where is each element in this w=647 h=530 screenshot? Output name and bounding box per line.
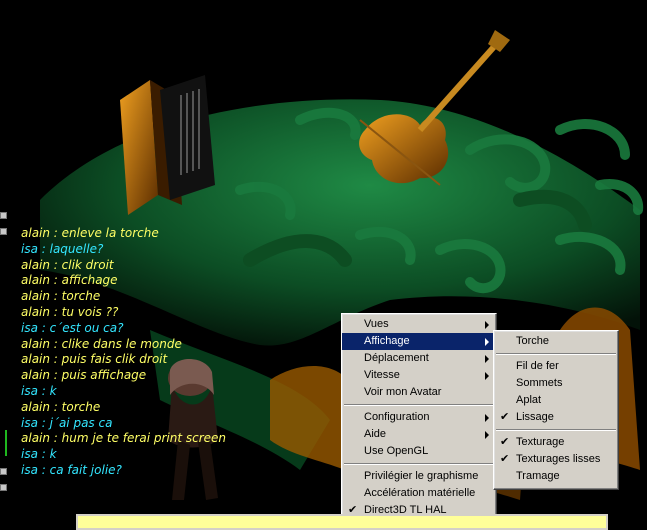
menu-item-aide[interactable]: Aide [342,426,496,443]
menu-item-label: Lissage [516,411,554,423]
menu-item-torche[interactable]: Torche [494,333,618,350]
menu-item-label: Tramage [516,470,560,482]
menu-item-label: Vitesse [364,369,400,381]
menu-item-label: Fil de fer [516,360,559,372]
menu-item-label: Affichage [364,335,410,347]
chat-message: isa : k [21,447,57,462]
chat-message: alain : clike dans le monde [21,336,182,351]
chat-message: isa : laquelle? [21,241,104,256]
menu-item-label: Configuration [364,411,430,423]
menu-separator [344,463,494,465]
menu-item-label: Accélération matérielle [364,487,476,499]
affichage-submenu: Torche Fil de fer Sommets Aplat ✔ Lissage ✔ Tex… [493,330,619,490]
chevron-right-icon [485,431,489,439]
menu-item-label: Texturages lisses [516,453,601,465]
scroll-marker-icon[interactable] [0,228,7,235]
menu-item-label: Voir mon Avatar [364,386,442,398]
scroll-down-icon[interactable] [0,484,7,491]
menu-item-sommets[interactable]: Sommets [494,375,618,392]
menu-item-texturages-lisses[interactable]: ✔ Texturages lisses [494,451,618,468]
menu-item-label: Déplacement [364,352,429,364]
menu-item-label: Vues [364,318,389,330]
menu-item-affichage[interactable]: Affichage [342,333,496,350]
menu-item-tramage[interactable]: Tramage [494,468,618,485]
chevron-right-icon [485,338,489,346]
chevron-right-icon [485,414,489,422]
chat-message: alain : affichage [21,273,118,288]
scroll-up-icon[interactable] [0,212,7,219]
menu-item-lissage[interactable]: ✔ Lissage [494,409,618,426]
menu-item-texturage[interactable]: ✔ Texturage [494,434,618,451]
chat-message: isa : c´est ou ca? [21,320,124,335]
chat-message: alain : torche [21,399,101,414]
chat-scrollbar[interactable] [5,430,7,456]
chat-message: alain : torche [21,289,101,304]
menu-separator [344,404,494,406]
chevron-right-icon [485,355,489,363]
menu-separator [496,429,616,431]
menu-item-label: Torche [516,335,550,347]
menu-item-label: Texturage [516,436,565,448]
check-icon: ✔ [500,436,510,448]
chat-log: alain : enleve la torche isa : laquelle? a… [21,226,321,479]
chevron-right-icon [485,372,489,380]
menu-item-privilegier-le-graphisme[interactable]: Privilégier le graphisme [342,468,496,485]
chat-message: isa : k [21,383,57,398]
menu-item-label: Aide [364,428,387,440]
chat-message: alain : hum je te ferai print screen [21,431,227,446]
menu-item-fil-de-fer[interactable]: Fil de fer [494,358,618,375]
menu-item-vues[interactable]: Vues [342,316,496,333]
scroll-marker-icon[interactable] [0,468,7,475]
chat-message: alain : puis affichage [21,368,147,383]
menu-item-aplat[interactable]: Aplat [494,392,618,409]
chat-message: alain : puis fais clik droit [21,352,168,367]
chat-message: alain : enleve la torche [21,226,159,240]
menu-item-configuration[interactable]: Configuration [342,409,496,426]
chevron-right-icon [485,321,489,329]
chat-message: alain : clik droit [21,257,114,272]
menu-item-label: Use OpenGL [364,445,429,457]
menu-separator [496,353,616,355]
menu-item-voir-mon-avatar[interactable]: Voir mon Avatar [342,384,496,401]
context-menu: Vues Affichage Déplacement Vitesse Voir mon … [341,313,497,522]
chat-input[interactable] [76,514,608,530]
menu-item-label: Aplat [516,394,542,406]
check-icon: ✔ [500,453,510,465]
menu-item-vitesse[interactable]: Vitesse [342,367,496,384]
chat-message: alain : tu vois ?? [21,304,119,319]
chat-message: isa : ca fait jolie? [21,462,122,477]
menu-item-label: Privilégier le graphisme [364,470,479,482]
menu-item-label: Sommets [516,377,563,389]
check-icon: ✔ [500,411,510,423]
menu-item-use-opengl[interactable]: Use OpenGL [342,443,496,460]
chat-message: isa : j´ai pas ca [21,415,113,430]
menu-item-deplacement[interactable]: Déplacement [342,350,496,367]
menu-item-acceleration-materielle[interactable]: Accélération matérielle [342,485,496,502]
